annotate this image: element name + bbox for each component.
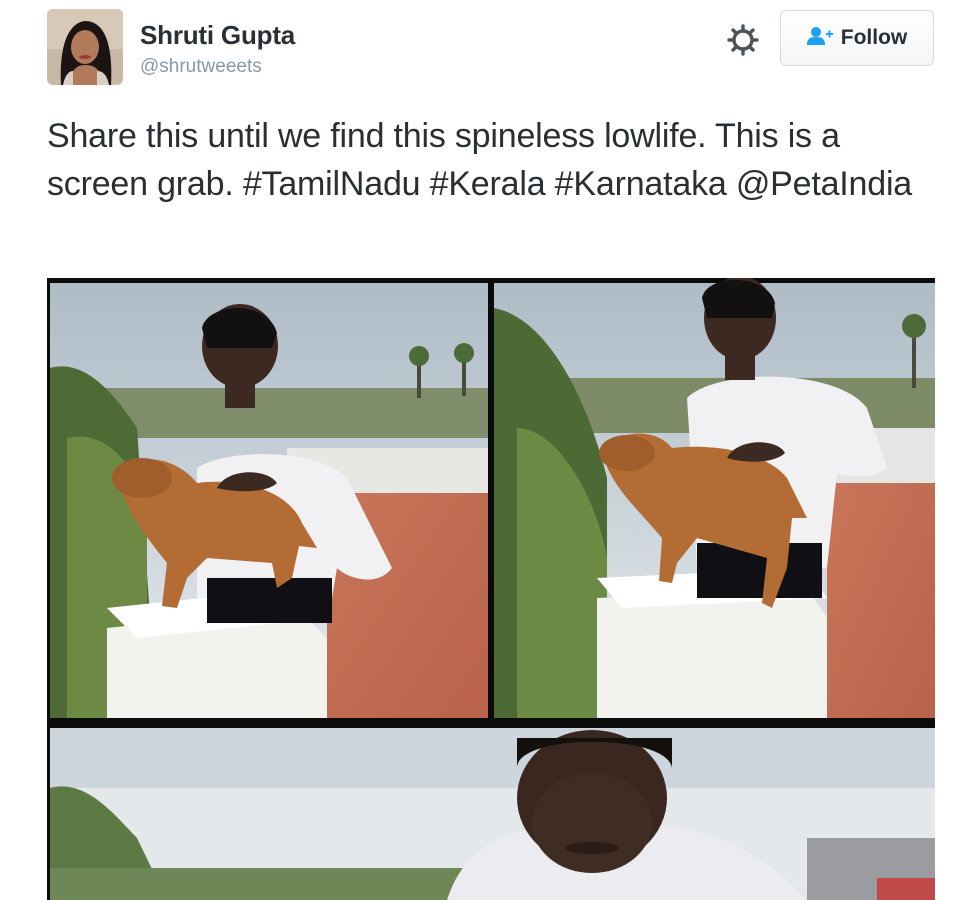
hashtag-link[interactable]: #TamilNadu xyxy=(243,165,421,203)
tweet-media[interactable] xyxy=(47,278,935,900)
avatar[interactable] xyxy=(47,9,123,85)
mention-link[interactable]: @PetaIndia xyxy=(736,165,912,203)
tweet-text: Share this until we find this spineless … xyxy=(47,112,947,208)
tweet-header: Shruti Gupta @shrutweeets Follow xyxy=(0,0,976,100)
hashtag-link[interactable]: #Karnataka xyxy=(555,165,727,203)
display-name[interactable]: Shruti Gupta xyxy=(140,20,295,51)
user-handle[interactable]: @shrutweeets xyxy=(140,56,262,78)
screen-grab-right xyxy=(494,278,935,718)
gear-icon[interactable] xyxy=(726,23,760,57)
screen-grab-bottom xyxy=(50,728,935,900)
follow-button[interactable]: Follow xyxy=(780,10,934,66)
follow-label: Follow xyxy=(840,26,908,49)
screen-grab-left xyxy=(50,283,488,718)
add-user-icon xyxy=(806,26,833,51)
hashtag-link[interactable]: #Kerala xyxy=(430,165,546,203)
